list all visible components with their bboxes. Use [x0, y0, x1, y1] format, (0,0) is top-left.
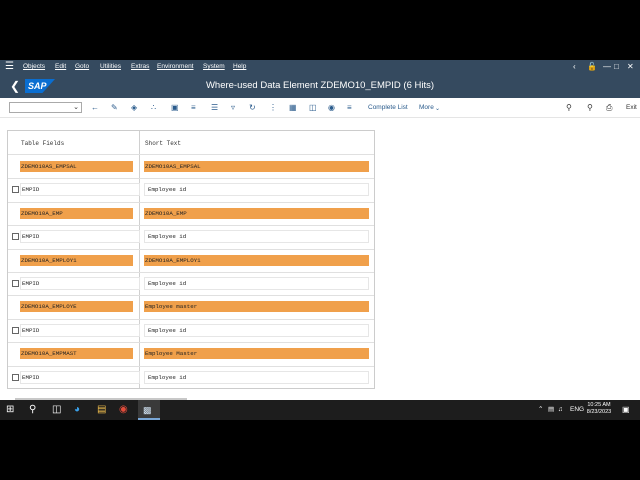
row-divider — [8, 318, 374, 320]
hierarchy-icon[interactable]: ∴ — [151, 103, 156, 113]
volume-icon[interactable]: ♫ — [558, 405, 563, 415]
search-taskbar-icon[interactable]: ⚲ — [29, 403, 36, 417]
row-checkbox[interactable] — [12, 326, 19, 334]
print-icon[interactable]: ⎙ — [606, 103, 612, 113]
refresh-icon[interactable]: ↻ — [249, 103, 256, 113]
lock-icon[interactable]: 🔓 — [587, 62, 597, 72]
search-icon[interactable]: ⚲ — [566, 103, 572, 113]
network-icon[interactable]: ▤ — [548, 405, 554, 415]
file-explorer-icon[interactable]: ▤ — [97, 403, 106, 417]
menu-extras[interactable]: Extras — [131, 62, 149, 72]
settings-dial-icon[interactable]: ◉ — [328, 103, 335, 113]
short-text-cell: Employee id — [144, 183, 369, 197]
short-text-cell: ZDEMO10AS_EMPSAL — [144, 161, 369, 172]
chrome-browser-icon[interactable]: ◉ — [119, 403, 128, 417]
menu-environment[interactable]: Environment — [157, 62, 194, 72]
search-next-icon[interactable]: ⚲ — [587, 103, 593, 113]
minimize-icon[interactable]: — — [603, 62, 611, 72]
exit-button[interactable]: Exit — [626, 103, 637, 113]
field-name-cell[interactable]: EMPID — [20, 277, 140, 290]
header-table-fields: Table Fields — [21, 140, 65, 147]
short-text-cell: Employee id — [144, 230, 369, 244]
short-text-cell: ZDEMO10A_EMPLOY1 — [144, 254, 369, 266]
short-text-cell: Employee id — [144, 277, 369, 290]
layout-icon[interactable]: ◫ — [309, 103, 317, 113]
row-divider — [8, 272, 374, 273]
edge-browser-icon[interactable]: ◕ — [74, 403, 80, 417]
row-divider — [8, 365, 374, 367]
menu-objects[interactable]: Objects — [23, 62, 45, 72]
where-used-table: Table Fields Short Text ZDEMO10AS_EMPSAL… — [7, 130, 375, 389]
hamburger-icon[interactable]: ☰ — [5, 62, 14, 72]
row-divider — [8, 154, 374, 155]
field-name-cell[interactable]: EMPID — [20, 370, 140, 384]
short-text-cell: ZDEMO10A_EMP — [144, 207, 369, 219]
more-chevron-icon: ⌄ — [435, 106, 441, 112]
menu-help[interactable]: Help — [233, 62, 246, 72]
short-text-cell: Employee id — [144, 323, 369, 337]
grid-icon[interactable]: ▦ — [289, 103, 297, 113]
row-checkbox[interactable] — [12, 373, 19, 381]
table-name-cell[interactable]: ZDEMO10AS_EMPSAL — [20, 161, 133, 172]
complete-list-button[interactable]: Complete List — [368, 103, 408, 113]
expand-icon[interactable]: ⋮ — [269, 103, 277, 113]
notifications-icon[interactable]: ▣ — [622, 405, 630, 415]
language-indicator[interactable]: ENG — [570, 405, 584, 415]
field-name-cell[interactable]: EMPID — [20, 183, 140, 197]
table-name-cell[interactable]: ZDEMO10A_EMPLOYE — [20, 301, 133, 313]
short-text-cell: Employee id — [144, 370, 369, 384]
list-icon[interactable]: ≡ — [347, 103, 352, 113]
row-divider — [8, 295, 374, 297]
field-name-cell[interactable]: EMPID — [20, 323, 140, 337]
menu-utilities[interactable]: Utilities — [100, 62, 121, 72]
edit-pencil-icon[interactable]: ✎ — [111, 103, 118, 113]
short-text-cell: Employee Master — [144, 348, 369, 360]
windows-taskbar: ⊞ ⚲ ◫ ◕ ▤ ◉ ▩ ⌃ ▤ ♫ ENG 10:25 AM 8/23/20… — [0, 400, 640, 420]
row-checkbox[interactable] — [12, 280, 19, 287]
row-divider — [8, 201, 374, 203]
windows-start-icon[interactable]: ⊞ — [6, 403, 14, 417]
task-view-icon[interactable]: ◫ — [52, 403, 61, 417]
command-field-dropdown[interactable]: ⌄ — [9, 102, 82, 113]
menu-goto[interactable]: Goto — [75, 62, 89, 72]
restore-icon[interactable]: □ — [614, 62, 619, 72]
sap-window: ☰ Objects Edit Goto Utilities Extras Env… — [0, 60, 640, 420]
title-bar: ❮ SAP Where-used Data Element ZDEMO10_EM… — [0, 74, 640, 98]
tray-chevron-icon[interactable]: ⌃ — [538, 405, 543, 415]
row-checkbox[interactable] — [12, 233, 19, 241]
row-checkbox[interactable] — [12, 186, 19, 194]
sort-descending-icon[interactable]: ☰ — [211, 103, 218, 113]
application-toolbar: ⌄ ← ✎ ◈ ∴ ▣ ≡ ☰ ▿ ↻ ⋮ ▦ ◫ ◉ ≡ Complete L… — [0, 98, 640, 118]
clock-time: 10:25 AM — [587, 402, 611, 408]
back-nav-icon[interactable]: ‹ — [573, 62, 576, 72]
sort-ascending-icon[interactable]: ≡ — [191, 103, 196, 113]
more-button[interactable]: More — [419, 103, 434, 113]
row-divider — [8, 248, 374, 250]
table-name-cell[interactable]: ZDEMO10A_EMPLOY1 — [20, 254, 133, 266]
row-divider — [8, 178, 374, 180]
clock-date: 8/23/2023 — [586, 409, 612, 415]
sap-gui-icon: ▩ — [143, 405, 152, 415]
arrow-left-icon[interactable]: ← — [91, 103, 99, 113]
page-title: Where-used Data Element ZDEMO10_EMPID (6… — [205, 80, 435, 91]
field-name-cell[interactable]: EMPID — [20, 230, 140, 244]
system-clock[interactable]: 10:25 AM 8/23/2023 — [584, 402, 614, 416]
table-name-cell[interactable]: ZDEMO10A_EMPMAST — [20, 348, 133, 360]
row-divider — [8, 342, 374, 344]
table-name-cell[interactable]: ZDEMO10A_EMP — [20, 207, 133, 219]
close-icon[interactable]: ✕ — [627, 62, 634, 72]
menu-edit[interactable]: Edit — [55, 62, 66, 72]
short-text-cell: Employee master — [144, 301, 369, 313]
header-short-text: Short Text — [145, 140, 182, 147]
filter-icon[interactable]: ▿ — [231, 103, 235, 113]
menu-system[interactable]: System — [203, 62, 225, 72]
delete-icon[interactable]: ▣ — [171, 103, 179, 113]
column-divider — [139, 131, 140, 388]
menu-bar: ☰ Objects Edit Goto Utilities Extras Env… — [0, 60, 640, 74]
row-divider — [8, 225, 374, 227]
display-change-icon[interactable]: ◈ — [131, 103, 137, 113]
chevron-down-icon: ⌄ — [73, 104, 79, 111]
